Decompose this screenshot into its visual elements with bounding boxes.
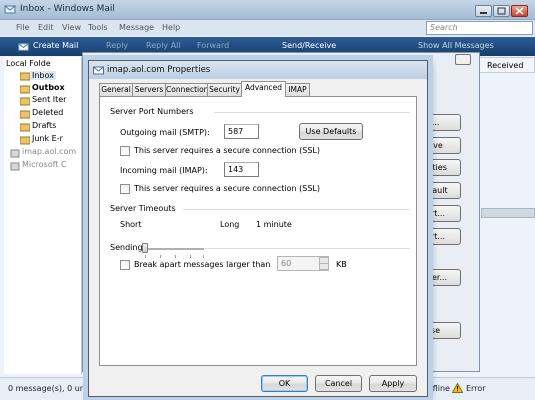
column-received[interactable]: Received bbox=[487, 61, 523, 70]
folder-inbox[interactable]: Inbox bbox=[30, 71, 56, 80]
microsoft-account-icon bbox=[10, 162, 20, 171]
kb-unit-label: KB bbox=[336, 260, 347, 269]
folder-outbox[interactable]: Outbox bbox=[32, 83, 65, 92]
accounts-close-button[interactable] bbox=[455, 54, 471, 65]
forward-button[interactable]: Forward bbox=[197, 41, 229, 50]
timeouts-group-divider bbox=[183, 209, 410, 210]
apply-button[interactable]: Apply bbox=[369, 375, 417, 392]
outbox-icon bbox=[20, 85, 30, 94]
menu-tools[interactable]: Tools bbox=[88, 23, 108, 32]
break-apart-checkbox[interactable] bbox=[120, 260, 130, 270]
dialog-titlebar: imap.aol.com Properties bbox=[89, 61, 427, 79]
imap-port-label: Incoming mail (IMAP): bbox=[120, 166, 208, 175]
minimize-icon bbox=[480, 12, 487, 14]
tab-servers[interactable]: Servers bbox=[132, 83, 166, 97]
tab-advanced[interactable]: Advanced bbox=[241, 81, 286, 97]
smtp-ssl-checkbox[interactable] bbox=[120, 146, 130, 156]
create-mail-icon bbox=[18, 43, 29, 51]
folder-sent-items[interactable]: Sent Iter bbox=[32, 95, 66, 104]
advanced-tab-panel: Server Port Numbers Outgoing mail (SMTP)… bbox=[99, 96, 417, 366]
show-all-messages-button[interactable]: Show All Messages bbox=[418, 41, 494, 50]
warning-icon bbox=[452, 383, 463, 393]
search-input[interactable]: Search bbox=[426, 21, 533, 35]
maximize-button[interactable] bbox=[493, 5, 510, 17]
window-title: Inbox - Windows Mail bbox=[20, 4, 115, 14]
server-port-numbers-heading: Server Port Numbers bbox=[110, 107, 194, 116]
tab-security[interactable]: Security bbox=[207, 83, 242, 97]
slider-tick bbox=[160, 255, 161, 258]
properties-dialog: imap.aol.com Properties General Servers … bbox=[88, 60, 428, 397]
break-apart-label: Break apart messages larger than bbox=[134, 260, 271, 269]
dialog-title: imap.aol.com Properties bbox=[107, 65, 211, 75]
account-imap-aol[interactable]: imap.aol.com bbox=[22, 147, 76, 156]
folder-deleted-items[interactable]: Deleted bbox=[32, 108, 63, 117]
menu-edit[interactable]: Edit bbox=[38, 23, 54, 32]
tab-general[interactable]: General bbox=[99, 83, 133, 97]
spin-down-button[interactable] bbox=[319, 263, 329, 270]
menu-file[interactable]: File bbox=[16, 23, 29, 32]
ports-group-divider bbox=[214, 112, 410, 113]
folder-pane: Local Folde Inbox Outbox Sent Iter Delet… bbox=[4, 57, 82, 374]
sent-items-icon bbox=[20, 97, 30, 106]
imap-account-icon bbox=[10, 149, 20, 158]
smtp-port-input[interactable]: 587 bbox=[224, 124, 259, 139]
timeout-short-label: Short bbox=[120, 220, 142, 229]
reply-all-button[interactable]: Reply All bbox=[146, 41, 181, 50]
maximize-icon bbox=[497, 7, 506, 15]
status-message-count: 0 message(s), 0 unrea bbox=[8, 384, 98, 393]
drafts-icon bbox=[20, 123, 30, 132]
create-mail-button[interactable]: Create Mail bbox=[33, 41, 78, 50]
junk-icon bbox=[20, 136, 30, 145]
smtp-port-label: Outgoing mail (SMTP): bbox=[120, 128, 210, 137]
folder-local-folders[interactable]: Local Folde bbox=[6, 59, 51, 68]
server-timeouts-heading: Server Timeouts bbox=[110, 204, 176, 213]
window-titlebar: Inbox - Windows Mail bbox=[0, 0, 535, 20]
folder-junk[interactable]: Junk E-r bbox=[32, 134, 63, 143]
send-receive-button[interactable]: Send/Receive bbox=[282, 41, 336, 50]
slider-tick bbox=[190, 255, 191, 258]
imap-ssl-checkbox[interactable] bbox=[120, 184, 130, 194]
tab-connection[interactable]: Connection bbox=[165, 83, 208, 97]
windows-mail-icon bbox=[4, 5, 16, 14]
timeout-slider-thumb[interactable] bbox=[142, 243, 148, 253]
imap-ssl-label: This server requires a secure connection… bbox=[134, 184, 320, 193]
tab-imap[interactable]: IMAP bbox=[285, 83, 310, 97]
folder-drafts[interactable]: Drafts bbox=[32, 121, 56, 130]
timeout-long-label: Long bbox=[220, 220, 240, 229]
slider-tick bbox=[175, 255, 176, 258]
reply-button[interactable]: Reply bbox=[106, 41, 128, 50]
account-microsoft[interactable]: Microsoft C bbox=[22, 160, 67, 169]
ok-button[interactable]: OK bbox=[261, 375, 308, 392]
close-icon bbox=[515, 7, 524, 15]
slider-tick bbox=[203, 255, 204, 258]
menu-view[interactable]: View bbox=[62, 23, 81, 32]
use-defaults-button[interactable]: Use Defaults bbox=[299, 123, 363, 140]
horizontal-scrollbar[interactable] bbox=[481, 208, 535, 218]
mail-account-icon bbox=[93, 66, 104, 75]
close-button[interactable] bbox=[511, 5, 528, 17]
menu-message[interactable]: Message bbox=[119, 23, 154, 32]
timeout-slider-track[interactable] bbox=[142, 248, 204, 250]
sending-heading: Sending bbox=[110, 243, 143, 252]
menu-help[interactable]: Help bbox=[162, 23, 180, 32]
minimize-button[interactable] bbox=[475, 5, 492, 17]
imap-port-input[interactable]: 143 bbox=[224, 162, 259, 177]
cancel-button[interactable]: Cancel bbox=[315, 375, 362, 392]
smtp-ssl-label: This server requires a secure connection… bbox=[134, 146, 320, 155]
status-offline: ffline bbox=[430, 384, 450, 393]
inbox-icon bbox=[20, 72, 30, 81]
timeout-value-label: 1 minute bbox=[256, 220, 292, 229]
slider-tick bbox=[145, 255, 146, 258]
status-error: Error bbox=[466, 384, 486, 393]
deleted-items-icon bbox=[20, 110, 30, 119]
